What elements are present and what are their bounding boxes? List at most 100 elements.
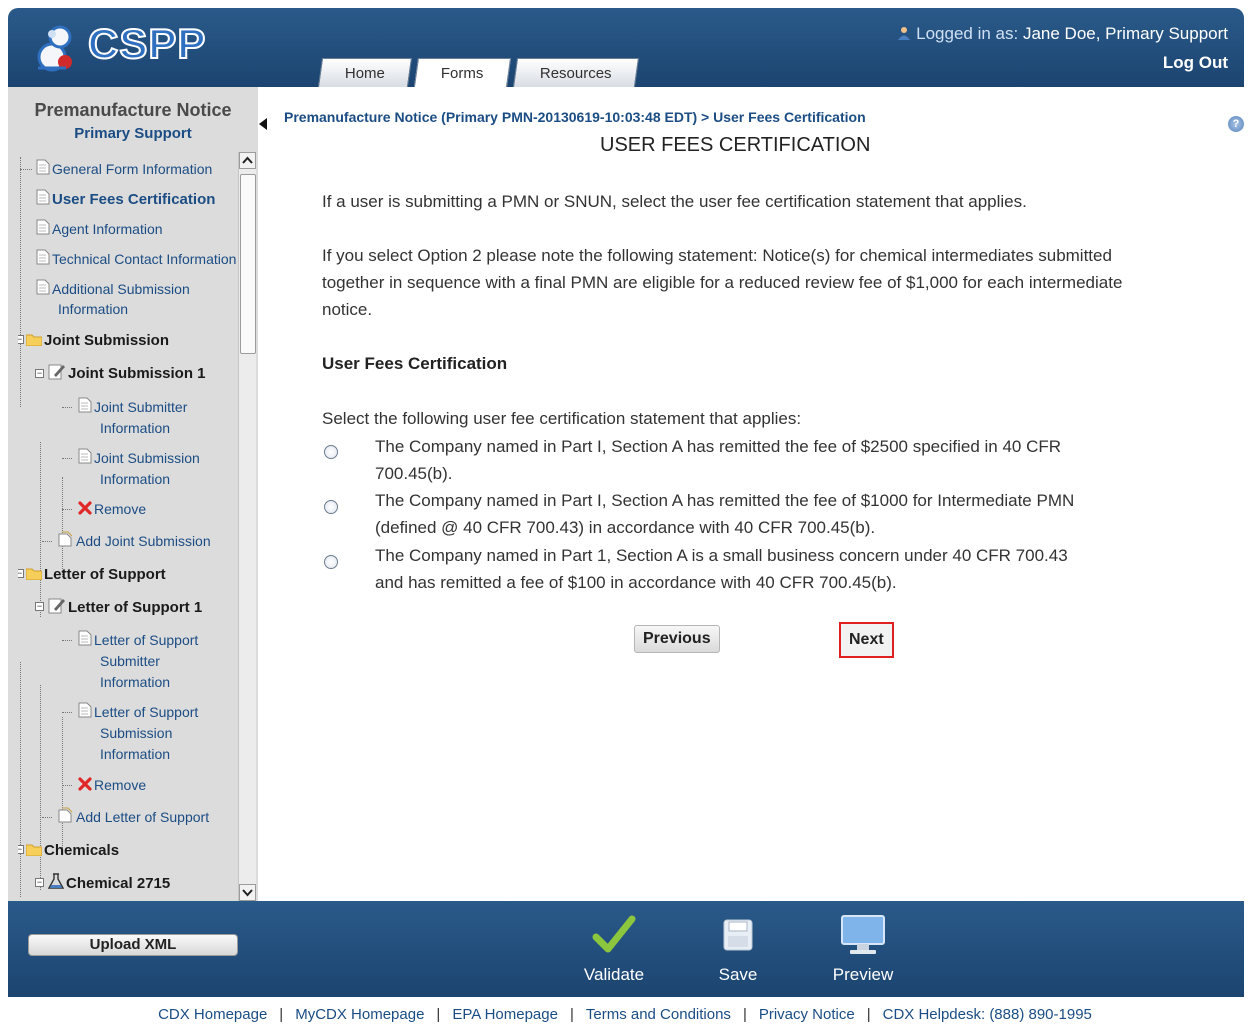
collapse-toggle[interactable]: − bbox=[18, 335, 24, 344]
document-icon bbox=[78, 630, 92, 646]
tree-label: Information bbox=[100, 420, 171, 436]
footer-separator: | bbox=[866, 1006, 871, 1023]
fee-option-radio-3[interactable] bbox=[324, 555, 338, 569]
document-icon bbox=[36, 249, 50, 265]
cdx-homepage-link[interactable]: CDX Homepage bbox=[158, 1006, 267, 1023]
fee-option-radio-1[interactable] bbox=[324, 445, 338, 459]
collapse-toggle[interactable]: − bbox=[18, 845, 24, 854]
tree-label: Joint Submission 1 bbox=[68, 365, 206, 382]
tree-label: Joint Submitter bbox=[94, 399, 188, 415]
document-icon bbox=[78, 448, 92, 464]
cdx-helpdesk-link[interactable]: CDX Helpdesk: (888) 890-1995 bbox=[883, 1006, 1092, 1023]
mycdx-homepage-link[interactable]: MyCDX Homepage bbox=[295, 1006, 424, 1023]
tree-label: Information bbox=[58, 301, 129, 317]
help-icon[interactable]: ? bbox=[1228, 116, 1244, 132]
tree-item-technical-contact[interactable]: Technical Contact Information bbox=[22, 249, 236, 270]
tree-label: Joint Submission bbox=[94, 450, 200, 466]
tree-item-remove-letter[interactable]: Remove bbox=[62, 775, 146, 796]
floppy-disk-icon bbox=[723, 919, 753, 951]
tree-item-letter-of-support-1[interactable]: Letter of Support 1 bbox=[48, 597, 202, 618]
tab-home-label: Home bbox=[344, 65, 385, 82]
epa-homepage-link[interactable]: EPA Homepage bbox=[452, 1006, 558, 1023]
footer-links: CDX Homepage | MyCDX Homepage | EPA Homepage… bbox=[0, 1006, 1250, 1023]
tree-label: Letter of Support bbox=[94, 632, 199, 648]
tree-item-general-form-info[interactable]: General Form Information bbox=[20, 159, 213, 180]
fee-option-line: and has remitted a fee of $100 in accord… bbox=[375, 573, 897, 592]
collapse-panel-arrow-icon[interactable] bbox=[259, 118, 267, 130]
monitor-icon bbox=[841, 915, 885, 954]
next-button[interactable]: Next bbox=[839, 622, 894, 658]
scroll-up-button[interactable] bbox=[239, 152, 256, 169]
tab-forms[interactable]: Forms bbox=[413, 58, 511, 87]
preview-button[interactable]: Preview bbox=[823, 913, 903, 985]
flask-logo-icon bbox=[37, 25, 72, 72]
option2-note-line2: together in sequence with a final PMN ar… bbox=[322, 273, 1123, 292]
user-icon bbox=[898, 27, 911, 40]
footer-separator: | bbox=[742, 1006, 747, 1023]
tree-item-chemical-2715[interactable]: Chemical 2715 bbox=[48, 873, 170, 894]
tree-item-chemicals[interactable]: Chemicals bbox=[26, 840, 119, 861]
logo-text: CSPP bbox=[87, 19, 207, 68]
fee-option-line: The Company named in Part I, Section A h… bbox=[375, 437, 1062, 456]
navigation-panel: Premanufacture Notice Primary Support Ge… bbox=[8, 87, 258, 901]
tree-item-joint-submitter-info[interactable]: Joint Submitter Information bbox=[62, 397, 188, 439]
collapse-toggle[interactable]: − bbox=[18, 569, 24, 578]
tree-label: Add Joint Submission bbox=[76, 533, 211, 549]
tree-item-joint-submission-info[interactable]: Joint Submission Information bbox=[62, 448, 200, 490]
privacy-notice-link[interactable]: Privacy Notice bbox=[759, 1006, 855, 1023]
logout-link[interactable]: Log Out bbox=[1163, 53, 1228, 73]
add-document-icon bbox=[58, 807, 73, 823]
tree-item-add-letter-of-support[interactable]: Add Letter of Support bbox=[42, 807, 209, 828]
save-button[interactable]: Save bbox=[708, 913, 768, 985]
document-icon bbox=[36, 159, 50, 175]
tree-item-additional-submission[interactable]: Additional Submission Information bbox=[22, 279, 190, 320]
preview-label: Preview bbox=[832, 965, 894, 984]
collapse-toggle[interactable]: − bbox=[35, 369, 44, 378]
previous-button[interactable]: Previous bbox=[634, 625, 720, 653]
tree-item-agent-info[interactable]: Agent Information bbox=[22, 219, 163, 240]
tree-item-los-submitter-info[interactable]: Letter of Support Submitter Information bbox=[62, 630, 199, 693]
chevron-up-icon bbox=[242, 156, 253, 164]
tab-resources[interactable]: Resources bbox=[512, 58, 639, 87]
option2-note-line1: If you select Option 2 please note the f… bbox=[322, 246, 1112, 265]
terms-link[interactable]: Terms and Conditions bbox=[586, 1006, 731, 1023]
tree-label: Letter of Support 1 bbox=[68, 599, 203, 616]
tree-label: General Form Information bbox=[52, 161, 213, 177]
save-label: Save bbox=[718, 965, 758, 984]
tree-item-joint-submission-1[interactable]: Joint Submission 1 bbox=[48, 363, 206, 384]
folder-icon bbox=[26, 568, 42, 580]
form-tree: General Form Information User Fees Certi… bbox=[18, 157, 240, 901]
fee-option-line: The Company named in Part 1, Section A i… bbox=[375, 546, 1068, 565]
document-icon bbox=[36, 219, 50, 235]
folder-icon bbox=[26, 844, 42, 856]
main-tabs: Home Forms Resources bbox=[317, 58, 642, 87]
fee-option-radio-2[interactable] bbox=[324, 500, 338, 514]
footer-separator: | bbox=[279, 1006, 284, 1023]
logged-in-info: Logged in as: Jane Doe, Primary Support bbox=[897, 24, 1228, 44]
upload-xml-button[interactable]: Upload XML bbox=[28, 934, 238, 956]
collapse-toggle[interactable]: − bbox=[35, 602, 44, 611]
tree-scrollbar[interactable] bbox=[238, 152, 256, 901]
chevron-down-icon bbox=[242, 889, 253, 897]
tree-item-los-submission-info[interactable]: Letter of Support Submission Information bbox=[62, 702, 199, 765]
collapse-toggle[interactable]: − bbox=[35, 878, 44, 887]
app-header: CSPP Home Forms Resources Logged in as: … bbox=[8, 8, 1244, 87]
tree-label: Chemicals bbox=[44, 842, 120, 859]
footer-separator: | bbox=[436, 1006, 441, 1023]
scrollbar-thumb[interactable] bbox=[240, 174, 256, 354]
tree-item-letter-of-support[interactable]: Letter of Support bbox=[26, 564, 166, 585]
tree-item-remove-joint[interactable]: Remove bbox=[62, 499, 146, 520]
tab-home[interactable]: Home bbox=[317, 58, 413, 87]
validate-button[interactable]: Validate bbox=[576, 913, 652, 985]
breadcrumb[interactable]: Premanufacture Notice (Primary PMN-20130… bbox=[284, 109, 866, 125]
scroll-down-button[interactable] bbox=[239, 884, 256, 901]
tree-item-joint-submission[interactable]: Joint Submission bbox=[26, 330, 169, 351]
tree-item-add-joint-submission[interactable]: Add Joint Submission bbox=[42, 531, 211, 552]
tree-item-user-fees[interactable]: User Fees Certification bbox=[22, 189, 215, 210]
document-icon bbox=[78, 702, 92, 718]
tree-label: Chemical 2715 bbox=[66, 875, 171, 892]
logged-in-user: Jane Doe, Primary Support bbox=[1022, 24, 1228, 43]
tree-label: Letter of Support bbox=[94, 704, 199, 720]
panel-title-form: Premanufacture Notice bbox=[34, 100, 232, 120]
remove-x-icon bbox=[78, 777, 92, 791]
